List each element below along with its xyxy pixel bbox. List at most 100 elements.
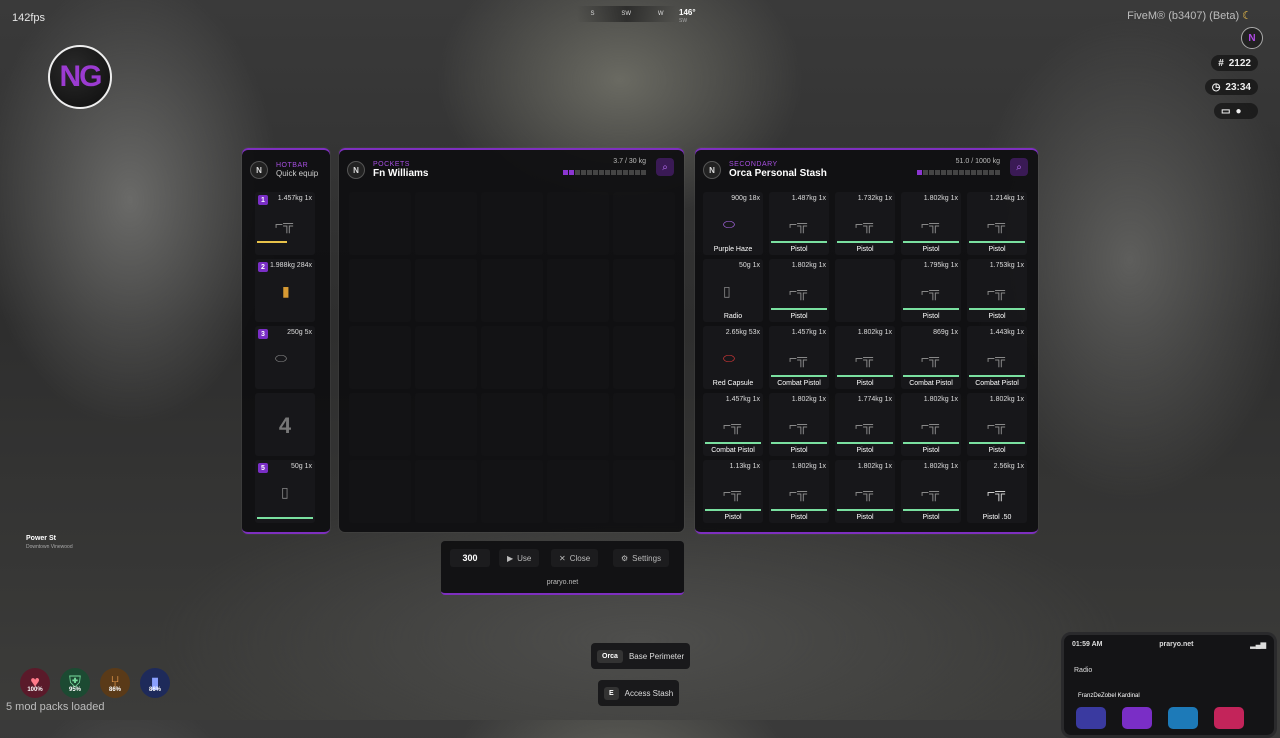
hotbar-slot-4[interactable]: 4: [255, 393, 315, 456]
app-icon[interactable]: [1076, 707, 1106, 729]
durability-bar: [969, 442, 1025, 444]
stash-slot[interactable]: 1.802kg 1x ⌐╦ Pistol: [967, 393, 1027, 456]
weight-bar: [563, 170, 646, 175]
stash-slot[interactable]: 1.802kg 1x ⌐╦ Pistol: [769, 393, 829, 456]
stash-slot[interactable]: 1.13kg 1x ⌐╦ Pistol: [703, 460, 763, 523]
stash-slot[interactable]: 1.802kg 1x ⌐╦ Pistol: [769, 259, 829, 322]
pocket-slot[interactable]: [547, 326, 609, 389]
use-button[interactable]: ▶ Use: [499, 549, 540, 567]
pocket-slot[interactable]: [481, 393, 543, 456]
stash-slot[interactable]: 1.457kg 1x ⌐╦ Combat Pistol: [769, 326, 829, 389]
pocket-slot[interactable]: [415, 460, 477, 523]
stash-slot[interactable]: [835, 259, 895, 322]
stash-weight: 51.0 / 1000 kg: [917, 158, 1000, 175]
stash-slot[interactable]: 2.65kg 53x ⬭ Red Capsule: [703, 326, 763, 389]
item-label: Combat Pistol: [711, 447, 755, 454]
item-label: Pistol .50: [982, 514, 1012, 521]
prompt-access-stash[interactable]: E Access Stash: [598, 680, 680, 706]
stash-slot[interactable]: 1.802kg 1x ⌐╦ Pistol: [835, 326, 895, 389]
pistol-icon: ⌐╦: [723, 417, 742, 433]
stash-slot[interactable]: 1.802kg 1x ⌐╦ Pistol: [769, 460, 829, 523]
pocket-slot[interactable]: [415, 393, 477, 456]
stash-slot[interactable]: 1.795kg 1x ⌐╦ Pistol: [901, 259, 961, 322]
item-label: Radio: [723, 313, 743, 320]
compass: S SW W: [577, 6, 677, 22]
stash-slot[interactable]: 1.753kg 1x ⌐╦ Pistol: [967, 259, 1027, 322]
hotbar-slot-1[interactable]: 1 1.457kg 1x ⌐╦: [255, 192, 315, 255]
app-twitter-icon[interactable]: [1168, 707, 1198, 729]
durability-bar: [903, 241, 959, 243]
item-weight: 1.802kg 1x: [923, 463, 958, 470]
pocket-slot[interactable]: [415, 259, 477, 322]
pistol-icon: ⌐╦: [789, 484, 808, 500]
pocket-slot[interactable]: [613, 393, 675, 456]
close-icon: ✕: [559, 553, 566, 563]
pocket-slot[interactable]: [349, 192, 411, 255]
hotbar-slot-5[interactable]: 5 50g 1x ▯: [255, 460, 315, 523]
stash-slot[interactable]: 1.774kg 1x ⌐╦ Pistol: [835, 393, 895, 456]
item-label: Purple Haze: [713, 246, 753, 253]
stash-slot[interactable]: 1.214kg 1x ⌐╦ Pistol: [967, 192, 1027, 255]
pocket-slot[interactable]: [481, 460, 543, 523]
phone[interactable]: 01:59 AM praryo.net ▂▄▆ Radio FranzDeZobel…: [1061, 632, 1277, 738]
radio-icon: ▯: [723, 283, 731, 299]
pocket-slot[interactable]: [481, 259, 543, 322]
hotbar-slot-3[interactable]: 3 250g 5x ⬭: [255, 326, 315, 389]
item-label: Pistol: [856, 380, 874, 387]
pocket-slot[interactable]: [547, 259, 609, 322]
pocket-slot[interactable]: [613, 259, 675, 322]
hotbar-panel: N HOTBAR Quick equip 1 1.457kg 1x ⌐╦ 2 1.…: [242, 148, 330, 534]
pocket-slot[interactable]: [613, 192, 675, 255]
item-weight: 1.802kg 1x: [791, 463, 826, 470]
signal-icon: ▂▄▆: [1250, 642, 1266, 649]
stash-title: Orca Personal Stash: [729, 168, 827, 179]
pocket-slot[interactable]: [481, 192, 543, 255]
clock-icon: ◷: [1211, 81, 1221, 93]
item-label: Pistol: [724, 514, 742, 521]
durability-bar: [771, 375, 827, 377]
pocket-slot[interactable]: [547, 460, 609, 523]
close-button[interactable]: ✕ Close: [551, 549, 599, 567]
pocket-slot[interactable]: [547, 192, 609, 255]
pocket-slot[interactable]: [415, 192, 477, 255]
stash-slot[interactable]: 869g 1x ⌐╦ Combat Pistol: [901, 326, 961, 389]
search-button[interactable]: ⌕: [1010, 158, 1028, 176]
stash-slot[interactable]: 1.457kg 1x ⌐╦ Combat Pistol: [703, 393, 763, 456]
pocket-slot[interactable]: [547, 393, 609, 456]
pocket-slot[interactable]: [613, 460, 675, 523]
hotbar-slot-2[interactable]: 2 1.988kg 284x ▮: [255, 259, 315, 322]
pocket-slot[interactable]: [415, 326, 477, 389]
item-weight: 1.802kg 1x: [791, 262, 826, 269]
pocket-slot[interactable]: [613, 326, 675, 389]
pocket-slot[interactable]: [349, 393, 411, 456]
stash-slot[interactable]: 2.56kg 1x ⌐╦ Pistol .50: [967, 460, 1027, 523]
item-label: Pistol: [790, 246, 808, 253]
stash-slot[interactable]: 900g 18x ⬭ Purple Haze: [703, 192, 763, 255]
stash-slot[interactable]: 1.443kg 1x ⌐╦ Combat Pistol: [967, 326, 1027, 389]
pistol-icon: ⌐╦: [855, 350, 874, 366]
pocket-slot[interactable]: [481, 326, 543, 389]
stash-slot[interactable]: 1.802kg 1x ⌐╦ Pistol: [901, 460, 961, 523]
app-mail-icon[interactable]: [1214, 707, 1244, 729]
pocket-slot[interactable]: [349, 326, 411, 389]
client-version: FiveM® (b3407) (Beta) ☾: [1127, 10, 1252, 22]
stash-slot[interactable]: 1.802kg 1x ⌐╦ Pistol: [901, 393, 961, 456]
player-id-badge: #2122: [1211, 55, 1258, 71]
quantity-input[interactable]: 300: [450, 549, 490, 567]
app-gear-icon[interactable]: [1122, 707, 1152, 729]
pistol-icon: ⌐╦: [855, 484, 874, 500]
stash-slot[interactable]: 1.802kg 1x ⌐╦ Pistol: [901, 192, 961, 255]
stash-slot[interactable]: 1.487kg 1x ⌐╦ Pistol: [769, 192, 829, 255]
settings-button[interactable]: ⚙ Settings: [613, 549, 670, 567]
pockets-title: Fn Williams: [373, 168, 429, 179]
search-button[interactable]: ⌕: [656, 158, 674, 176]
pocket-slot[interactable]: [349, 460, 411, 523]
stash-slot[interactable]: 1.732kg 1x ⌐╦ Pistol: [835, 192, 895, 255]
phone-site: praryo.net: [1159, 641, 1194, 648]
item-label: Pistol: [856, 447, 874, 454]
item-label: Pistol: [790, 447, 808, 454]
pocket-slot[interactable]: [349, 259, 411, 322]
phone-app-radio[interactable]: Radio: [1074, 667, 1092, 674]
stash-slot[interactable]: 50g 1x ▯ Radio: [703, 259, 763, 322]
stash-slot[interactable]: 1.802kg 1x ⌐╦ Pistol: [835, 460, 895, 523]
